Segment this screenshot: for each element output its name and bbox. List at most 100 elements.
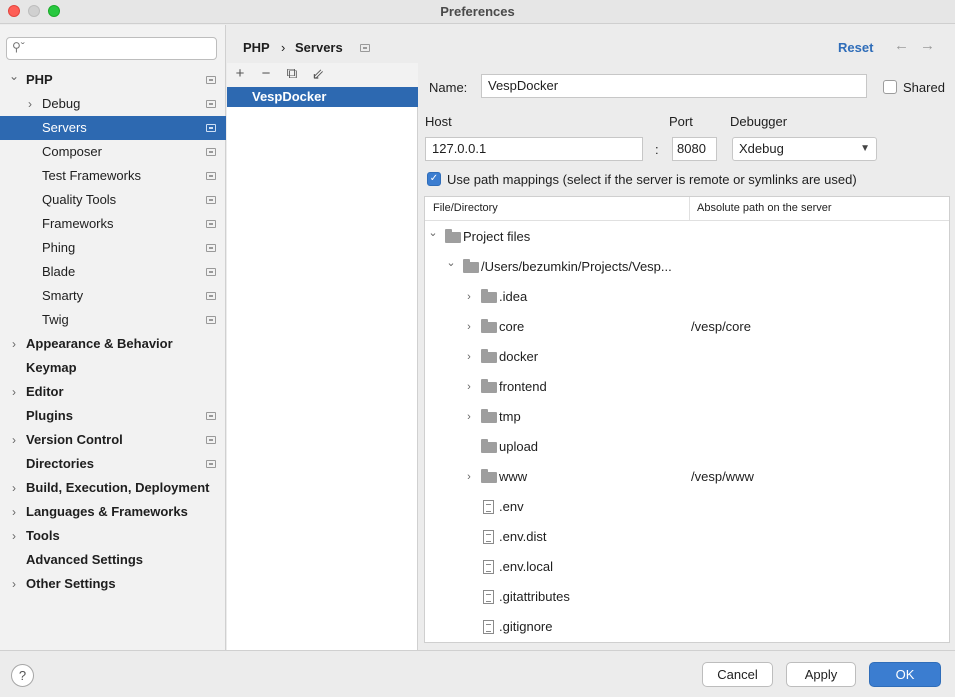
project-scope-icon bbox=[206, 220, 216, 228]
table-row[interactable]: .gitattributes bbox=[425, 582, 949, 612]
sidebar-item-version-control[interactable]: › Version Control bbox=[0, 428, 226, 452]
settings-sidebar: ⚲ˇ ⌄ PHP › Debug Servers Composer Test Framewo… bbox=[0, 25, 226, 650]
sidebar-item-smarty[interactable]: Smarty bbox=[0, 284, 226, 308]
mapping-local-path: .env.dist bbox=[499, 529, 547, 544]
sidebar-item-languages-frameworks[interactable]: › Languages & Frameworks bbox=[0, 500, 226, 524]
chevron-down-icon[interactable]: ⌄ bbox=[427, 218, 439, 248]
mapping-local-path: .env bbox=[499, 499, 524, 514]
host-label: Host bbox=[425, 114, 452, 129]
forward-arrow-icon[interactable]: → bbox=[920, 37, 935, 54]
chevron-right-icon[interactable]: › bbox=[8, 572, 20, 596]
apply-button[interactable]: Apply bbox=[786, 662, 856, 687]
path-mappings-table: File/Directory Absolute path on the serv… bbox=[424, 196, 950, 643]
table-row[interactable]: .gitignore bbox=[425, 612, 949, 642]
table-row[interactable]: .env.local bbox=[425, 552, 949, 582]
import-server-icon[interactable]: ⇙ bbox=[310, 65, 326, 83]
server-name-input[interactable]: VespDocker bbox=[481, 74, 867, 98]
cancel-button[interactable]: Cancel bbox=[702, 662, 773, 687]
mapping-local-path: core bbox=[499, 319, 525, 334]
chevron-right-icon[interactable]: › bbox=[24, 92, 36, 116]
sidebar-item-composer[interactable]: Composer bbox=[0, 140, 226, 164]
folder-icon bbox=[481, 319, 497, 333]
sidebar-item-quality-tools[interactable]: Quality Tools bbox=[0, 188, 226, 212]
sidebar-item-plugins[interactable]: Plugins bbox=[0, 404, 226, 428]
help-button[interactable]: ? bbox=[11, 664, 34, 687]
table-row[interactable]: › frontend bbox=[425, 372, 949, 402]
remove-server-icon[interactable]: − bbox=[258, 65, 274, 82]
chevron-right-icon[interactable]: › bbox=[463, 312, 475, 342]
table-row[interactable]: › tmp bbox=[425, 402, 949, 432]
project-scope-icon bbox=[206, 172, 216, 180]
settings-search-input[interactable]: ⚲ˇ bbox=[6, 37, 217, 60]
table-row[interactable]: upload bbox=[425, 432, 949, 462]
table-row[interactable]: .env.dist bbox=[425, 522, 949, 552]
chevron-right-icon[interactable]: › bbox=[8, 380, 20, 404]
chevron-down-icon[interactable]: ⌄ bbox=[8, 64, 20, 88]
chevron-right-icon[interactable]: › bbox=[463, 372, 475, 402]
debugger-select-value: Xdebug bbox=[739, 141, 784, 156]
chevron-down-icon[interactable]: ⌄ bbox=[445, 248, 457, 278]
chevron-right-icon[interactable]: › bbox=[8, 524, 20, 548]
project-scope-icon bbox=[206, 268, 216, 276]
sidebar-item-advanced-settings[interactable]: Advanced Settings bbox=[0, 548, 226, 572]
sidebar-item-test-frameworks[interactable]: Test Frameworks bbox=[0, 164, 226, 188]
sidebar-item-label: Quality Tools bbox=[42, 192, 117, 207]
use-path-mappings-checkbox[interactable]: ✓ bbox=[427, 172, 441, 186]
table-row[interactable]: › docker bbox=[425, 342, 949, 372]
breadcrumb-servers: Servers bbox=[295, 40, 343, 55]
sidebar-item-phing[interactable]: Phing bbox=[0, 236, 226, 260]
sidebar-item-label: Plugins bbox=[26, 408, 73, 423]
column-file-directory[interactable]: File/Directory bbox=[433, 202, 498, 214]
table-row[interactable]: › www/vesp/www bbox=[425, 462, 949, 492]
column-absolute-path[interactable]: Absolute path on the server bbox=[697, 202, 832, 214]
sidebar-item-other-settings[interactable]: › Other Settings bbox=[0, 572, 226, 596]
table-row[interactable]: ⌄ Project files bbox=[425, 222, 949, 252]
table-row[interactable]: .env bbox=[425, 492, 949, 522]
chevron-right-icon[interactable]: › bbox=[463, 282, 475, 312]
sidebar-item-servers[interactable]: Servers bbox=[0, 116, 226, 140]
table-row[interactable]: › core/vesp/core bbox=[425, 312, 949, 342]
add-server-icon[interactable]: + bbox=[232, 65, 248, 82]
mapping-local-path: frontend bbox=[499, 379, 547, 394]
reset-link[interactable]: Reset bbox=[838, 40, 873, 55]
ok-button[interactable]: OK bbox=[869, 662, 941, 687]
sidebar-item-tools[interactable]: › Tools bbox=[0, 524, 226, 548]
chevron-right-icon[interactable]: › bbox=[463, 342, 475, 372]
sidebar-item-build-execution-deployment[interactable]: › Build, Execution, Deployment bbox=[0, 476, 226, 500]
debugger-select[interactable]: Xdebug ▼ bbox=[732, 137, 877, 161]
sidebar-item-frameworks[interactable]: Frameworks bbox=[0, 212, 226, 236]
sidebar-item-blade[interactable]: Blade bbox=[0, 260, 226, 284]
mapping-local-path: upload bbox=[499, 439, 539, 454]
sidebar-item-debug[interactable]: › Debug bbox=[0, 92, 226, 116]
chevron-right-icon[interactable]: › bbox=[8, 500, 20, 524]
project-scope-icon bbox=[206, 196, 216, 204]
file-icon bbox=[483, 590, 494, 604]
sidebar-item-appearance-behavior[interactable]: › Appearance & Behavior bbox=[0, 332, 226, 356]
sidebar-item-label: Keymap bbox=[26, 360, 77, 375]
sidebar-item-keymap[interactable]: Keymap bbox=[0, 356, 226, 380]
sidebar-item-twig[interactable]: Twig bbox=[0, 308, 226, 332]
chevron-right-icon[interactable]: › bbox=[463, 402, 475, 432]
sidebar-item-php[interactable]: ⌄ PHP bbox=[0, 68, 226, 92]
name-label: Name: bbox=[429, 80, 468, 95]
chevron-right-icon[interactable]: › bbox=[463, 462, 475, 492]
column-divider[interactable] bbox=[689, 197, 690, 221]
breadcrumb-php[interactable]: PHP bbox=[243, 40, 270, 55]
mapping-server-path[interactable]: /vesp/core bbox=[691, 312, 751, 342]
back-arrow-icon[interactable]: ← bbox=[894, 37, 909, 54]
port-input[interactable]: 8080 bbox=[672, 137, 717, 161]
host-input[interactable]: 127.0.0.1 bbox=[425, 137, 643, 161]
sidebar-item-editor[interactable]: › Editor bbox=[0, 380, 226, 404]
sidebar-item-directories[interactable]: Directories bbox=[0, 452, 226, 476]
shared-checkbox[interactable] bbox=[883, 80, 897, 94]
table-row[interactable]: › .idea bbox=[425, 282, 949, 312]
server-item-vespdocker[interactable]: VespDocker bbox=[227, 87, 418, 107]
chevron-right-icon[interactable]: › bbox=[8, 476, 20, 500]
sidebar-item-label: Build, Execution, Deployment bbox=[26, 480, 210, 495]
mapping-server-path[interactable]: /vesp/www bbox=[691, 462, 754, 492]
chevron-right-icon[interactable]: › bbox=[8, 428, 20, 452]
sidebar-item-label: Test Frameworks bbox=[42, 168, 141, 183]
chevron-right-icon[interactable]: › bbox=[8, 332, 20, 356]
table-row[interactable]: ⌄/Users/bezumkin/Projects/Vesp... bbox=[425, 252, 949, 282]
copy-server-icon[interactable]: ⧉ bbox=[284, 65, 300, 82]
